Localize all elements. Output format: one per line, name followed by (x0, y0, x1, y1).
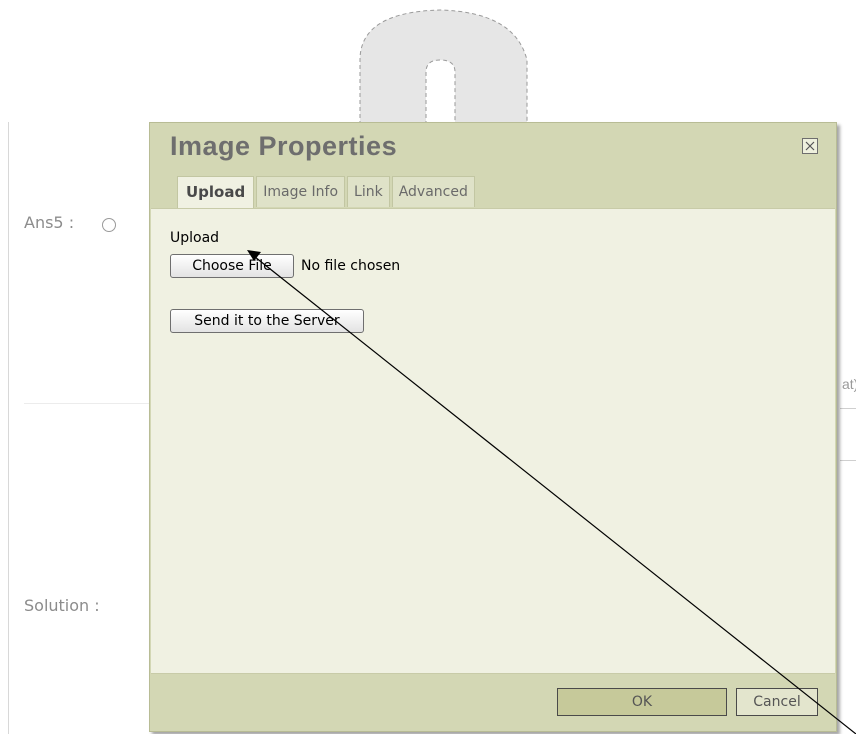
annotation-arrow-icon (247, 250, 856, 734)
